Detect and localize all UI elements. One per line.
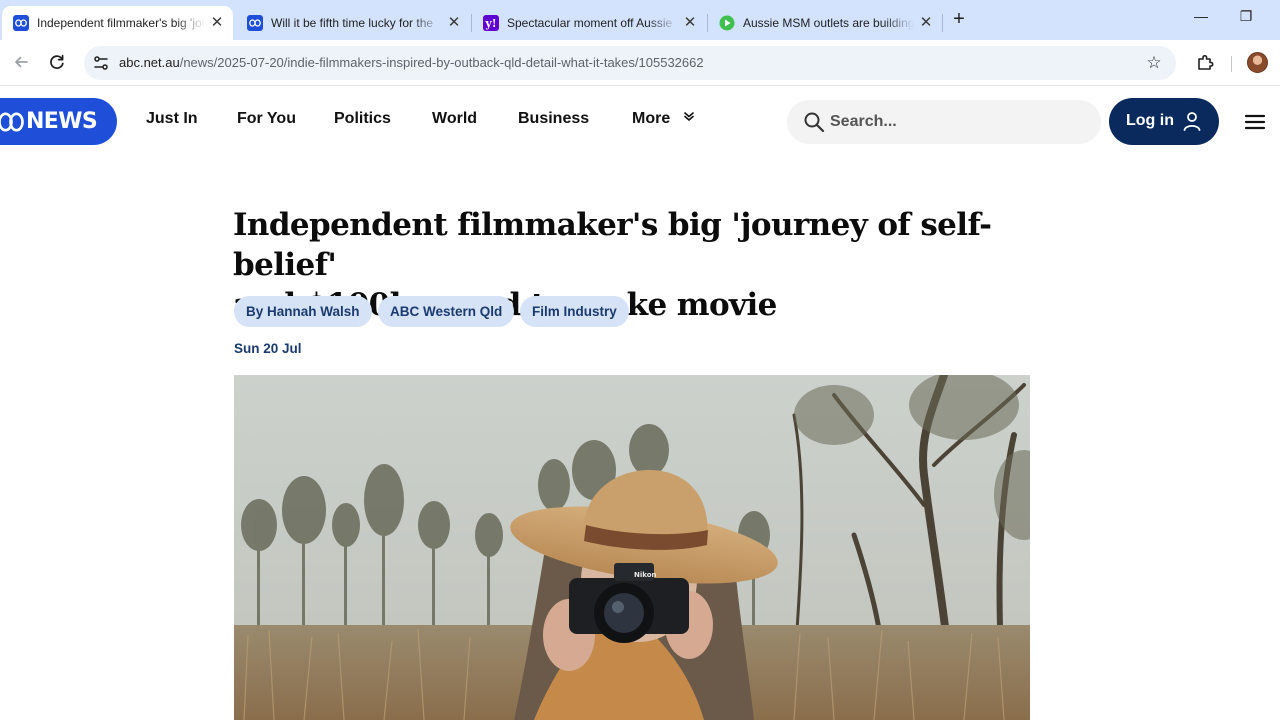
camera-brand-label: Nikon <box>634 571 657 579</box>
nav-politics[interactable]: Politics <box>334 110 391 128</box>
site-search-input[interactable]: Search... <box>787 100 1101 144</box>
tab-title: Independent filmmaker's big 'journey of … <box>37 16 205 30</box>
abc-news-logo[interactable]: NEWS <box>0 98 117 145</box>
close-tab-icon[interactable]: ✕ <box>682 15 698 31</box>
toolbar-divider <box>1231 56 1232 72</box>
site-info-icon[interactable] <box>92 54 110 72</box>
play-icon <box>719 15 735 31</box>
topic-tag[interactable]: Film Industry <box>520 296 629 327</box>
close-tab-icon[interactable]: ✕ <box>918 15 934 31</box>
url-host: abc.net.au <box>119 55 180 70</box>
back-arrow-icon[interactable] <box>10 51 32 73</box>
bookmark-star-icon[interactable]: ☆ <box>1144 53 1164 73</box>
browser-tab-2[interactable]: Will it be fifth time lucky for the ✕ <box>236 6 470 40</box>
search-icon <box>804 112 825 133</box>
nav-business[interactable]: Business <box>518 110 589 128</box>
url-text: abc.net.au/news/2025-07-20/indie-filmmak… <box>119 55 704 70</box>
publish-date: Sun 20 Jul <box>234 341 302 356</box>
close-tab-icon[interactable]: ✕ <box>446 15 462 31</box>
abc-news-icon <box>13 15 29 31</box>
close-tab-icon[interactable]: ✕ <box>209 15 225 31</box>
yahoo-icon: y! <box>483 15 499 31</box>
chevron-down-icon <box>683 112 694 121</box>
browser-tab-4[interactable]: Aussie MSM outlets are building ✕ <box>708 6 942 40</box>
abc-lissajous-icon <box>0 112 24 131</box>
extensions-puzzle-icon[interactable] <box>1194 51 1216 73</box>
browser-tab-1[interactable]: Independent filmmaker's big 'journey of … <box>2 6 233 40</box>
search-placeholder: Search... <box>830 113 897 130</box>
nav-just-in[interactable]: Just In <box>146 110 198 128</box>
location-tag[interactable]: ABC Western Qld <box>378 296 515 327</box>
url-path: /news/2025-07-20/indie-filmmakers-inspir… <box>179 55 704 70</box>
user-icon <box>1183 112 1201 131</box>
minimize-button[interactable]: — <box>1186 8 1216 32</box>
hamburger-menu-icon[interactable] <box>1243 110 1267 134</box>
headline-line-1: Independent filmmaker's big 'journey of … <box>233 207 992 283</box>
tab-title: Will it be fifth time lucky for the <box>271 16 434 30</box>
logo-wordmark: NEWS <box>26 109 98 134</box>
nav-more-label: More <box>632 110 671 127</box>
new-tab-button[interactable]: + <box>948 9 970 31</box>
nav-world[interactable]: World <box>432 110 477 128</box>
nav-more[interactable]: More <box>632 110 695 128</box>
browser-toolbar: abc.net.au/news/2025-07-20/indie-filmmak… <box>0 40 1280 86</box>
nav-for-you[interactable]: For You <box>237 110 296 128</box>
author-tag[interactable]: By Hannah Walsh <box>234 296 372 327</box>
hero-image: Nikon <box>234 375 1030 720</box>
browser-tabstrip: Independent filmmaker's big 'journey of … <box>0 0 1280 40</box>
tab-title: Spectacular moment off Aussie <box>507 16 673 30</box>
tab-title: Aussie MSM outlets are building <box>743 16 914 30</box>
browser-tab-3[interactable]: y! Spectacular moment off Aussie ✕ <box>472 6 706 40</box>
reload-icon[interactable] <box>46 51 68 73</box>
address-bar[interactable]: abc.net.au/news/2025-07-20/indie-filmmak… <box>84 46 1176 80</box>
abc-news-icon <box>247 15 263 31</box>
restore-button[interactable]: ❐ <box>1231 8 1261 32</box>
login-button[interactable]: Log in <box>1109 98 1219 145</box>
login-label: Log in <box>1126 112 1174 129</box>
tab-separator <box>942 14 943 32</box>
site-header: NEWS Just In For You Politics World Busi… <box>0 86 1280 158</box>
profile-avatar[interactable] <box>1247 52 1268 73</box>
